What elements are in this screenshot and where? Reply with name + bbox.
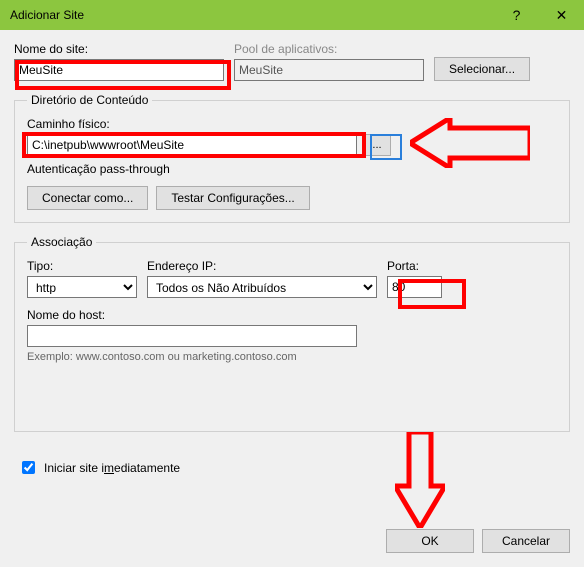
label-phys-path: Caminho físico: bbox=[27, 117, 557, 131]
site-name-input[interactable] bbox=[14, 59, 224, 81]
close-button[interactable]: ✕ bbox=[539, 0, 584, 30]
test-config-button[interactable]: Testar Configurações... bbox=[156, 186, 309, 210]
label-ip: Endereço IP: bbox=[147, 259, 377, 273]
select-app-pool-button[interactable]: Selecionar... bbox=[434, 57, 530, 81]
label-site-name: Nome do site: bbox=[14, 42, 224, 56]
browse-button[interactable]: ... bbox=[363, 134, 391, 156]
auth-label: Autenticação pass-through bbox=[27, 162, 557, 176]
content-dir-group: Diretório de Conteúdo Caminho físico: ..… bbox=[14, 93, 570, 223]
phys-path-input[interactable] bbox=[27, 134, 357, 156]
port-input[interactable] bbox=[387, 276, 442, 298]
label-port: Porta: bbox=[387, 259, 447, 273]
help-button[interactable]: ? bbox=[494, 0, 539, 30]
label-app-pool: Pool de aplicativos: bbox=[234, 42, 424, 56]
connect-as-button[interactable]: Conectar como... bbox=[27, 186, 148, 210]
app-pool-input bbox=[234, 59, 424, 81]
label-type: Tipo: bbox=[27, 259, 137, 273]
label-host: Nome do host: bbox=[27, 308, 557, 322]
start-immediately-label: Iniciar site imediatamente bbox=[44, 461, 180, 475]
ip-select[interactable]: Todos os Não Atribuídos bbox=[147, 276, 377, 298]
cancel-button[interactable]: Cancelar bbox=[482, 529, 570, 553]
ok-button[interactable]: OK bbox=[386, 529, 474, 553]
start-immediately-checkbox[interactable] bbox=[22, 461, 35, 474]
type-select[interactable]: http bbox=[27, 276, 137, 298]
binding-legend: Associação bbox=[27, 235, 96, 249]
dialog-content: Nome do site: Pool de aplicativos: Selec… bbox=[0, 30, 584, 485]
binding-group: Associação Tipo: http Endereço IP: Todos… bbox=[14, 235, 570, 432]
titlebar: Adicionar Site ? ✕ bbox=[0, 0, 584, 30]
content-dir-legend: Diretório de Conteúdo bbox=[27, 93, 152, 107]
window-title: Adicionar Site bbox=[10, 8, 494, 22]
host-example: Exemplo: www.contoso.com ou marketing.co… bbox=[27, 351, 557, 363]
host-input[interactable] bbox=[27, 325, 357, 347]
